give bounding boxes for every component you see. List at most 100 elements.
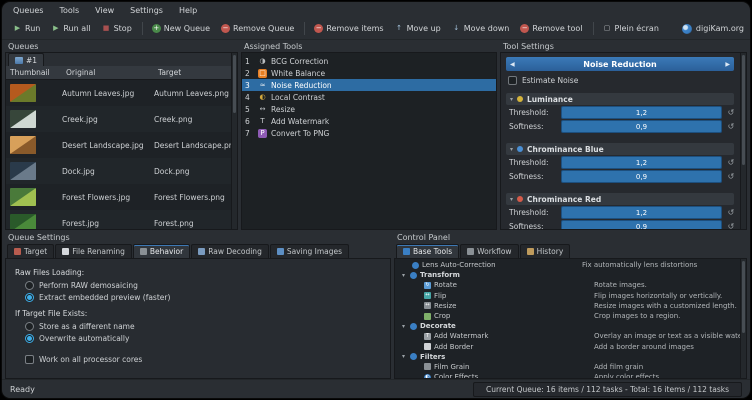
tool-tree-row[interactable]: ▾ Crop Crop images to a region. (395, 311, 746, 321)
menu-item[interactable]: Tools (57, 5, 81, 16)
chevron-down-icon[interactable]: ▾ (400, 272, 407, 279)
control-panel-tab[interactable]: Base Tools (396, 244, 459, 258)
column-header-thumbnail[interactable]: Thumbnail (6, 68, 66, 77)
queue-tab-1[interactable]: #1 (8, 53, 44, 66)
reset-icon[interactable]: ↺ (726, 122, 736, 131)
menu-item[interactable]: Settings (128, 5, 165, 16)
control-panel-tab[interactable]: History (520, 244, 571, 258)
table-row[interactable]: Autumn Leaves.jpg Autumn Leaves.png (6, 80, 237, 106)
table-row[interactable]: Forest Flowers.jpg Forest Flowers.png (6, 184, 237, 210)
queue-settings-tab[interactable]: Target (7, 244, 54, 258)
menu-item[interactable]: Help (177, 5, 199, 16)
estimate-noise-checkbox[interactable] (508, 76, 517, 85)
chevron-down-icon[interactable]: ▾ (400, 323, 407, 330)
table-row[interactable]: Creek.jpg Creek.png (6, 106, 237, 132)
estimate-noise-row[interactable]: Estimate Noise (508, 76, 736, 85)
column-header-original[interactable]: Original (66, 68, 158, 77)
tool-tree-row[interactable]: ▾ ◐ Color Effects Apply color effects (395, 372, 746, 379)
control-panel-scrollbar[interactable] (740, 259, 746, 378)
add-watermark-icon: T (258, 117, 267, 126)
tool-tree-row[interactable]: ▾ T Add Watermark Overlay an image or te… (395, 331, 746, 341)
softness-slider[interactable]: 0,9 (561, 120, 722, 133)
queue-settings-tab[interactable]: Behavior (133, 244, 190, 258)
queue-settings-line[interactable]: Work on all processor cores (25, 353, 381, 365)
reset-icon[interactable]: ↺ (726, 172, 736, 181)
tool-tree-row[interactable]: ▾ Decorate (395, 321, 746, 331)
queue-settings-line[interactable]: Extract embedded preview (faster) (25, 291, 381, 303)
queue-settings-line[interactable]: Store as a different name (25, 320, 381, 332)
threshold-slider[interactable]: 1,2 (561, 106, 722, 119)
nav-previous-icon[interactable]: ◀ (510, 61, 518, 68)
chevron-down-icon[interactable]: ▾ (510, 196, 513, 203)
toolbar-button[interactable]: ■ Stop (97, 22, 137, 35)
tool-settings-nav[interactable]: ◀ Noise Reduction ▶ (506, 57, 734, 71)
digikam-brand[interactable]: digiKam.org (682, 24, 744, 34)
queue-settings-tab[interactable]: File Renaming (55, 244, 132, 258)
table-row[interactable]: Dock.jpg Dock.png (6, 158, 237, 184)
queue-settings-tab[interactable]: Raw Decoding (191, 244, 269, 258)
queue-progress-summary: Current Queue: 16 items / 112 tasks - To… (473, 382, 742, 397)
menu-item[interactable]: Queues (11, 5, 45, 16)
tool-tree-row[interactable]: ▾ ↔ Flip Flip images horizontally or ver… (395, 291, 746, 301)
toolbar-button[interactable]: − Remove tool (515, 22, 587, 35)
tool-tree-row[interactable]: ▾ Filters (395, 352, 746, 362)
tool-tree-row[interactable]: ▾ Add Border Add a border around images (395, 342, 746, 352)
assigned-tool-row[interactable]: 5 ↔ Resize (242, 103, 496, 115)
section-header[interactable]: ▾ Chrominance Blue (506, 143, 734, 155)
queues-scrollbar-thumb[interactable] (233, 55, 236, 113)
chevron-down-icon[interactable]: ▾ (510, 146, 513, 153)
option-indicator[interactable] (25, 281, 34, 290)
toolbar-button[interactable]: − Remove Queue (216, 22, 299, 35)
tool-tree-row[interactable]: ▾ ↻ Rotate Rotate images. (395, 280, 746, 290)
chevron-down-icon[interactable]: ▾ (400, 353, 407, 360)
tool-settings-scrollbar-thumb[interactable] (742, 55, 745, 165)
option-indicator[interactable] (25, 322, 34, 331)
assigned-tool-row[interactable]: 1 ◑ BCG Correction (242, 55, 496, 67)
toolbar-button[interactable]: + New Queue (142, 22, 215, 35)
chevron-down-icon[interactable]: ▾ (510, 96, 513, 103)
tool-tree-row[interactable]: ▾ ↔ Resize Resize images with a customiz… (395, 301, 746, 311)
queue-settings-line[interactable]: Overwrite automatically (25, 332, 381, 344)
queue-settings-line[interactable]: Perform RAW demosaicing (25, 279, 381, 291)
assigned-tool-row[interactable]: 4 ◐ Local Contrast (242, 91, 496, 103)
toolbar-button[interactable]: ▶ Run all (46, 22, 95, 35)
tool-tree-row[interactable]: ▾ Transform (395, 270, 746, 280)
tool-tree-row[interactable]: ▾ Film Grain Add film grain (395, 362, 746, 372)
nav-next-icon[interactable]: ▶ (722, 61, 730, 68)
option-indicator[interactable] (25, 334, 34, 343)
assigned-tool-row[interactable]: 6 T Add Watermark (242, 115, 496, 127)
threshold-slider[interactable]: 1,2 (561, 156, 722, 169)
toolbar-button[interactable]: ↓ Move down (447, 22, 515, 35)
control-panel-scrollbar-thumb[interactable] (742, 261, 745, 333)
tool-settings-scrollbar[interactable] (740, 53, 746, 229)
tool-tree-row[interactable]: ▾ Lens Auto-Correction Fix automatically… (395, 260, 746, 270)
table-row[interactable]: Desert Landscape.jpg Desert Landscape.pn… (6, 132, 237, 158)
reset-icon[interactable]: ↺ (726, 158, 736, 167)
reset-icon[interactable]: ↺ (726, 108, 736, 117)
assigned-tool-row[interactable]: 2 □ White Balance (242, 67, 496, 79)
toolbar-button[interactable]: ▢ Plein écran (593, 22, 664, 35)
assigned-tool-row[interactable]: 7 P Convert To PNG (242, 127, 496, 139)
queue-settings-line[interactable]: If Target File Exists: (15, 307, 381, 320)
option-indicator[interactable] (25, 293, 34, 302)
reset-icon[interactable]: ↺ (726, 222, 736, 230)
queues-scrollbar[interactable] (231, 53, 237, 229)
softness-slider[interactable]: 0,9 (561, 220, 722, 230)
assigned-tool-row[interactable]: 3 ≈ Noise Reduction (242, 79, 496, 91)
toolbar-button[interactable]: ▶ Run (8, 22, 45, 35)
queue-settings-tab[interactable]: Saving Images (270, 244, 349, 258)
table-row[interactable]: Forest.jpg Forest.png (6, 210, 237, 229)
toolbar-button[interactable]: ↑ Move up (390, 22, 446, 35)
queue-settings-line[interactable]: Raw Files Loading: (15, 266, 381, 279)
tree-tool-label: Film Grain (434, 363, 469, 371)
softness-slider[interactable]: 0,9 (561, 170, 722, 183)
section-header[interactable]: ▾ Luminance (506, 93, 734, 105)
threshold-slider[interactable]: 1,2 (561, 206, 722, 219)
toolbar-button[interactable]: − Remove items (304, 22, 388, 35)
menu-item[interactable]: View (93, 5, 116, 16)
reset-icon[interactable]: ↺ (726, 208, 736, 217)
column-header-target[interactable]: Target (158, 68, 237, 77)
option-indicator[interactable] (25, 355, 34, 364)
control-panel-tab[interactable]: Workflow (460, 244, 518, 258)
section-header[interactable]: ▾ Chrominance Red (506, 193, 734, 205)
